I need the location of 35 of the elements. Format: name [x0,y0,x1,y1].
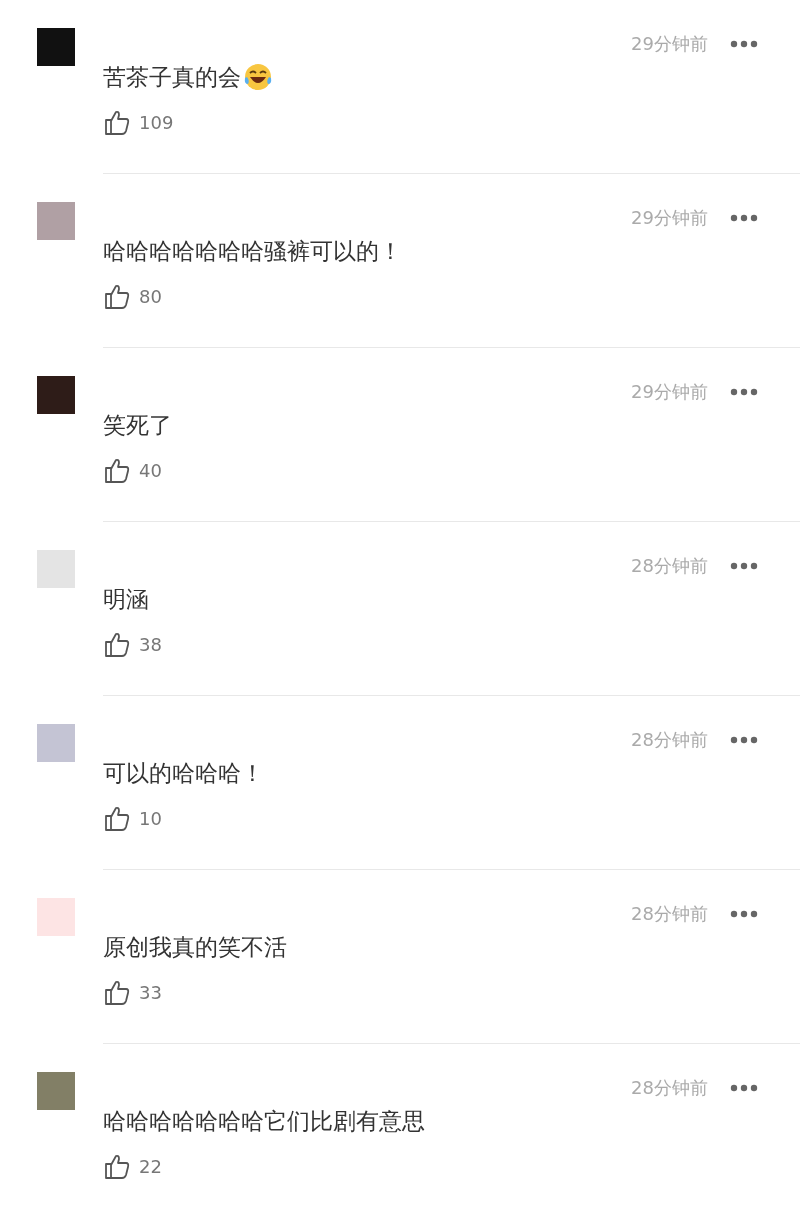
like-count: 40 [139,459,162,481]
more-icon[interactable] [730,214,758,222]
comment-text: 明涵 [103,584,149,614]
more-icon[interactable] [730,1084,758,1092]
more-icon[interactable] [730,562,758,570]
thumbs-up-icon[interactable] [103,978,131,1006]
like-count: 109 [139,111,174,133]
like-count: 33 [139,981,162,1003]
thumbs-up-icon[interactable] [103,456,131,484]
thumbs-up-icon[interactable] [103,282,131,310]
thumbs-up-icon[interactable] [103,804,131,832]
thumbs-up-icon[interactable] [103,108,131,136]
comment-time: 28分钟前 [631,554,708,578]
thumbs-up-icon[interactable] [103,1152,131,1180]
comment-time: 29分钟前 [631,32,708,56]
more-icon[interactable] [730,388,758,396]
comment-text: 哈哈哈哈哈哈哈骚裤可以的！ [103,236,402,266]
comment-text: 哈哈哈哈哈哈哈它们比剧有意思 [103,1106,425,1136]
comment-time: 29分钟前 [631,380,708,404]
comment-time: 29分钟前 [631,206,708,230]
comment-text: 笑死了 [103,410,172,440]
thumbs-up-icon[interactable] [103,630,131,658]
comment-text: 可以的哈哈哈！ [103,758,264,788]
more-icon[interactable] [730,910,758,918]
comment-time: 28分钟前 [631,902,708,926]
like-count: 80 [139,285,162,307]
like-count: 10 [139,807,162,829]
comment-time: 28分钟前 [631,728,708,752]
like-count: 22 [139,1155,162,1177]
more-icon[interactable] [730,40,758,48]
comment-text: 原创我真的笑不活 [103,932,287,962]
comment-time: 28分钟前 [631,1076,708,1100]
like-count: 38 [139,633,162,655]
more-icon[interactable] [730,736,758,744]
comment-text: 苦茶子真的会 [103,62,241,92]
